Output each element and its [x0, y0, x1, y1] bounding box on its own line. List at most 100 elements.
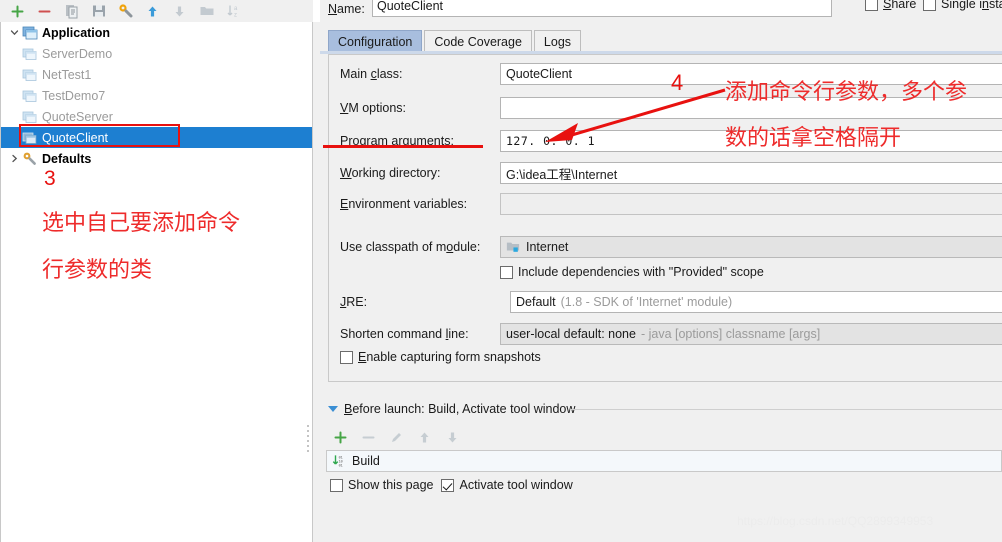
tab-logs[interactable]: Logs: [533, 30, 582, 52]
before-launch-divider: [570, 409, 1002, 410]
annotation-step-3-line2: 行参数的类: [42, 258, 153, 283]
include-provided-scope-checkbox[interactable]: Include dependencies with "Provided" sco…: [500, 265, 764, 279]
tree-node-serverdemo[interactable]: ServerDemo: [1, 43, 312, 64]
run-config-icon: [22, 90, 37, 102]
settings-wrench-icon[interactable]: [112, 0, 139, 22]
run-configurations-tree-panel: az Application ServerDemo NetTest1 TestD…: [0, 0, 313, 542]
run-config-icon: [22, 132, 37, 144]
checkbox-box[interactable]: [340, 350, 353, 364]
save-icon[interactable]: [85, 0, 112, 22]
checkbox-box[interactable]: [865, 0, 878, 11]
build-icon: 01 10 01: [332, 455, 343, 468]
main-class-label: Main class:: [340, 67, 403, 81]
folder-icon[interactable]: [193, 0, 220, 22]
tree-node-quoteserver[interactable]: QuoteServer: [1, 106, 312, 127]
main-class-value: QuoteClient: [506, 67, 573, 81]
edit-task-icon[interactable]: [382, 425, 410, 449]
before-launch-toolbar: [326, 425, 466, 449]
sort-alphabetically-icon[interactable]: az: [220, 0, 247, 22]
shorten-command-line-field[interactable]: user-local default: none - java [options…: [500, 323, 1002, 345]
include-provided-scope-label: Include dependencies with "Provided" sco…: [518, 265, 764, 279]
watermark: https://blog.csdn.net/QQ2899349953: [737, 514, 934, 528]
show-this-page-checkbox[interactable]: Show this page: [330, 478, 433, 492]
vm-options-label: VM options:: [340, 101, 407, 115]
working-directory-label: Working directory:: [340, 166, 441, 180]
working-directory-field[interactable]: G:\idea工程\Internet ▾: [500, 162, 1002, 184]
checkbox-box[interactable]: [330, 478, 343, 492]
tree-node-label: QuoteClient: [42, 130, 109, 145]
chevron-right-icon[interactable]: [7, 148, 22, 169]
shorten-command-line-label: Shorten command line:: [340, 327, 469, 341]
copy-icon[interactable]: [58, 0, 85, 22]
activate-tool-window-label: Activate tool window: [459, 478, 573, 492]
jre-field[interactable]: Default (1.8 - SDK of 'Internet' module)…: [510, 291, 1002, 313]
environment-variables-label: Environment variables:: [340, 197, 468, 211]
tree-node-nettest1[interactable]: NetTest1: [1, 64, 312, 85]
name-input[interactable]: [372, 0, 832, 17]
annotation-step-3-line1: 选中自己要添加命令: [42, 211, 241, 236]
tree-node-quoteclient[interactable]: QuoteClient: [1, 127, 312, 148]
move-down-icon[interactable]: [166, 0, 193, 22]
jre-hint: (1.8 - SDK of 'Internet' module): [560, 295, 733, 309]
activate-tool-window-checkbox[interactable]: Activate tool window: [441, 478, 573, 492]
shorten-command-line-value: user-local default: none: [506, 327, 636, 341]
panel-splitter[interactable]: [313, 22, 630, 542]
tree-node-label: Defaults: [42, 151, 92, 166]
jre-label: JRE:: [340, 295, 368, 309]
tab-configuration[interactable]: Configuration: [328, 30, 423, 52]
show-this-page-label: Show this page: [348, 478, 434, 492]
before-launch-task-list[interactable]: 01 10 01 Build: [326, 450, 1002, 472]
tree-node-testdemo7[interactable]: TestDemo7: [1, 85, 312, 106]
annotation-step-4-line2: 数的话拿空格隔开: [725, 126, 902, 151]
remove-task-icon[interactable]: [354, 425, 382, 449]
tree-scrollbar-grip[interactable]: [305, 422, 311, 482]
annotation-step-3-number: 3: [44, 167, 56, 190]
use-classpath-of-module-label: Use classpath of module:: [340, 240, 481, 254]
run-config-icon: [22, 111, 37, 123]
shorten-command-line-hint: - java [options] classname [args]: [640, 327, 821, 341]
tree-node-label: QuoteServer: [42, 109, 113, 124]
svg-text:01: 01: [339, 464, 343, 468]
checkbox-box[interactable]: [500, 265, 513, 279]
before-launch-options: Show this page Activate tool window: [330, 478, 573, 492]
tree-node-defaults[interactable]: Defaults: [1, 148, 312, 169]
move-up-icon[interactable]: [139, 0, 166, 22]
single-instance-label: Single insta: [941, 0, 1002, 11]
share-checkbox[interactable]: Share: [865, 0, 916, 11]
collapse-triangle-icon[interactable]: [328, 406, 338, 412]
tree-node-application[interactable]: Application: [1, 22, 312, 43]
use-classpath-of-module-field[interactable]: Internet: [500, 236, 1002, 258]
defaults-wrench-icon: [23, 152, 36, 165]
move-task-down-icon[interactable]: [438, 425, 466, 449]
application-icon: [22, 26, 38, 39]
name-label: Name:: [328, 2, 365, 16]
run-config-icon: [22, 48, 37, 60]
remove-icon[interactable]: [31, 0, 58, 22]
enable-form-snapshots-label: Enable capturing form snapshots: [358, 350, 541, 364]
enable-form-snapshots-checkbox[interactable]: Enable capturing form snapshots: [340, 350, 541, 364]
editor-tabs[interactable]: Configuration Code Coverage Logs: [328, 28, 583, 52]
task-label: Build: [352, 454, 380, 468]
add-task-icon[interactable]: [326, 425, 354, 449]
add-icon[interactable]: [4, 0, 31, 22]
move-task-up-icon[interactable]: [410, 425, 438, 449]
tab-code-coverage[interactable]: Code Coverage: [424, 30, 532, 52]
annotation-step-4-number: 4: [671, 70, 684, 95]
checkbox-box[interactable]: [923, 0, 936, 11]
tree-node-label: NetTest1: [42, 67, 92, 82]
module-icon: [506, 242, 520, 252]
before-launch-header[interactable]: Before launch: Build, Activate tool wind…: [328, 402, 575, 416]
tree-toolbar: az: [0, 0, 313, 22]
share-label: Share: [883, 0, 917, 11]
working-directory-value: G:\idea工程\Internet: [506, 167, 618, 182]
module-value: Internet: [526, 240, 569, 254]
checkbox-box[interactable]: [441, 478, 455, 492]
single-instance-checkbox[interactable]: Single insta: [923, 0, 1002, 11]
tree-node-label: Application: [42, 25, 111, 40]
annotation-step-4-line1: 添加命令行参数，多个参: [725, 80, 968, 105]
chevron-down-icon[interactable]: [7, 22, 22, 43]
annotation-underline-program-arguments: [323, 145, 483, 148]
environment-variables-field[interactable]: [500, 193, 1002, 215]
svg-text:a: a: [234, 6, 238, 12]
annotation-arrow-step-4: [545, 88, 726, 142]
